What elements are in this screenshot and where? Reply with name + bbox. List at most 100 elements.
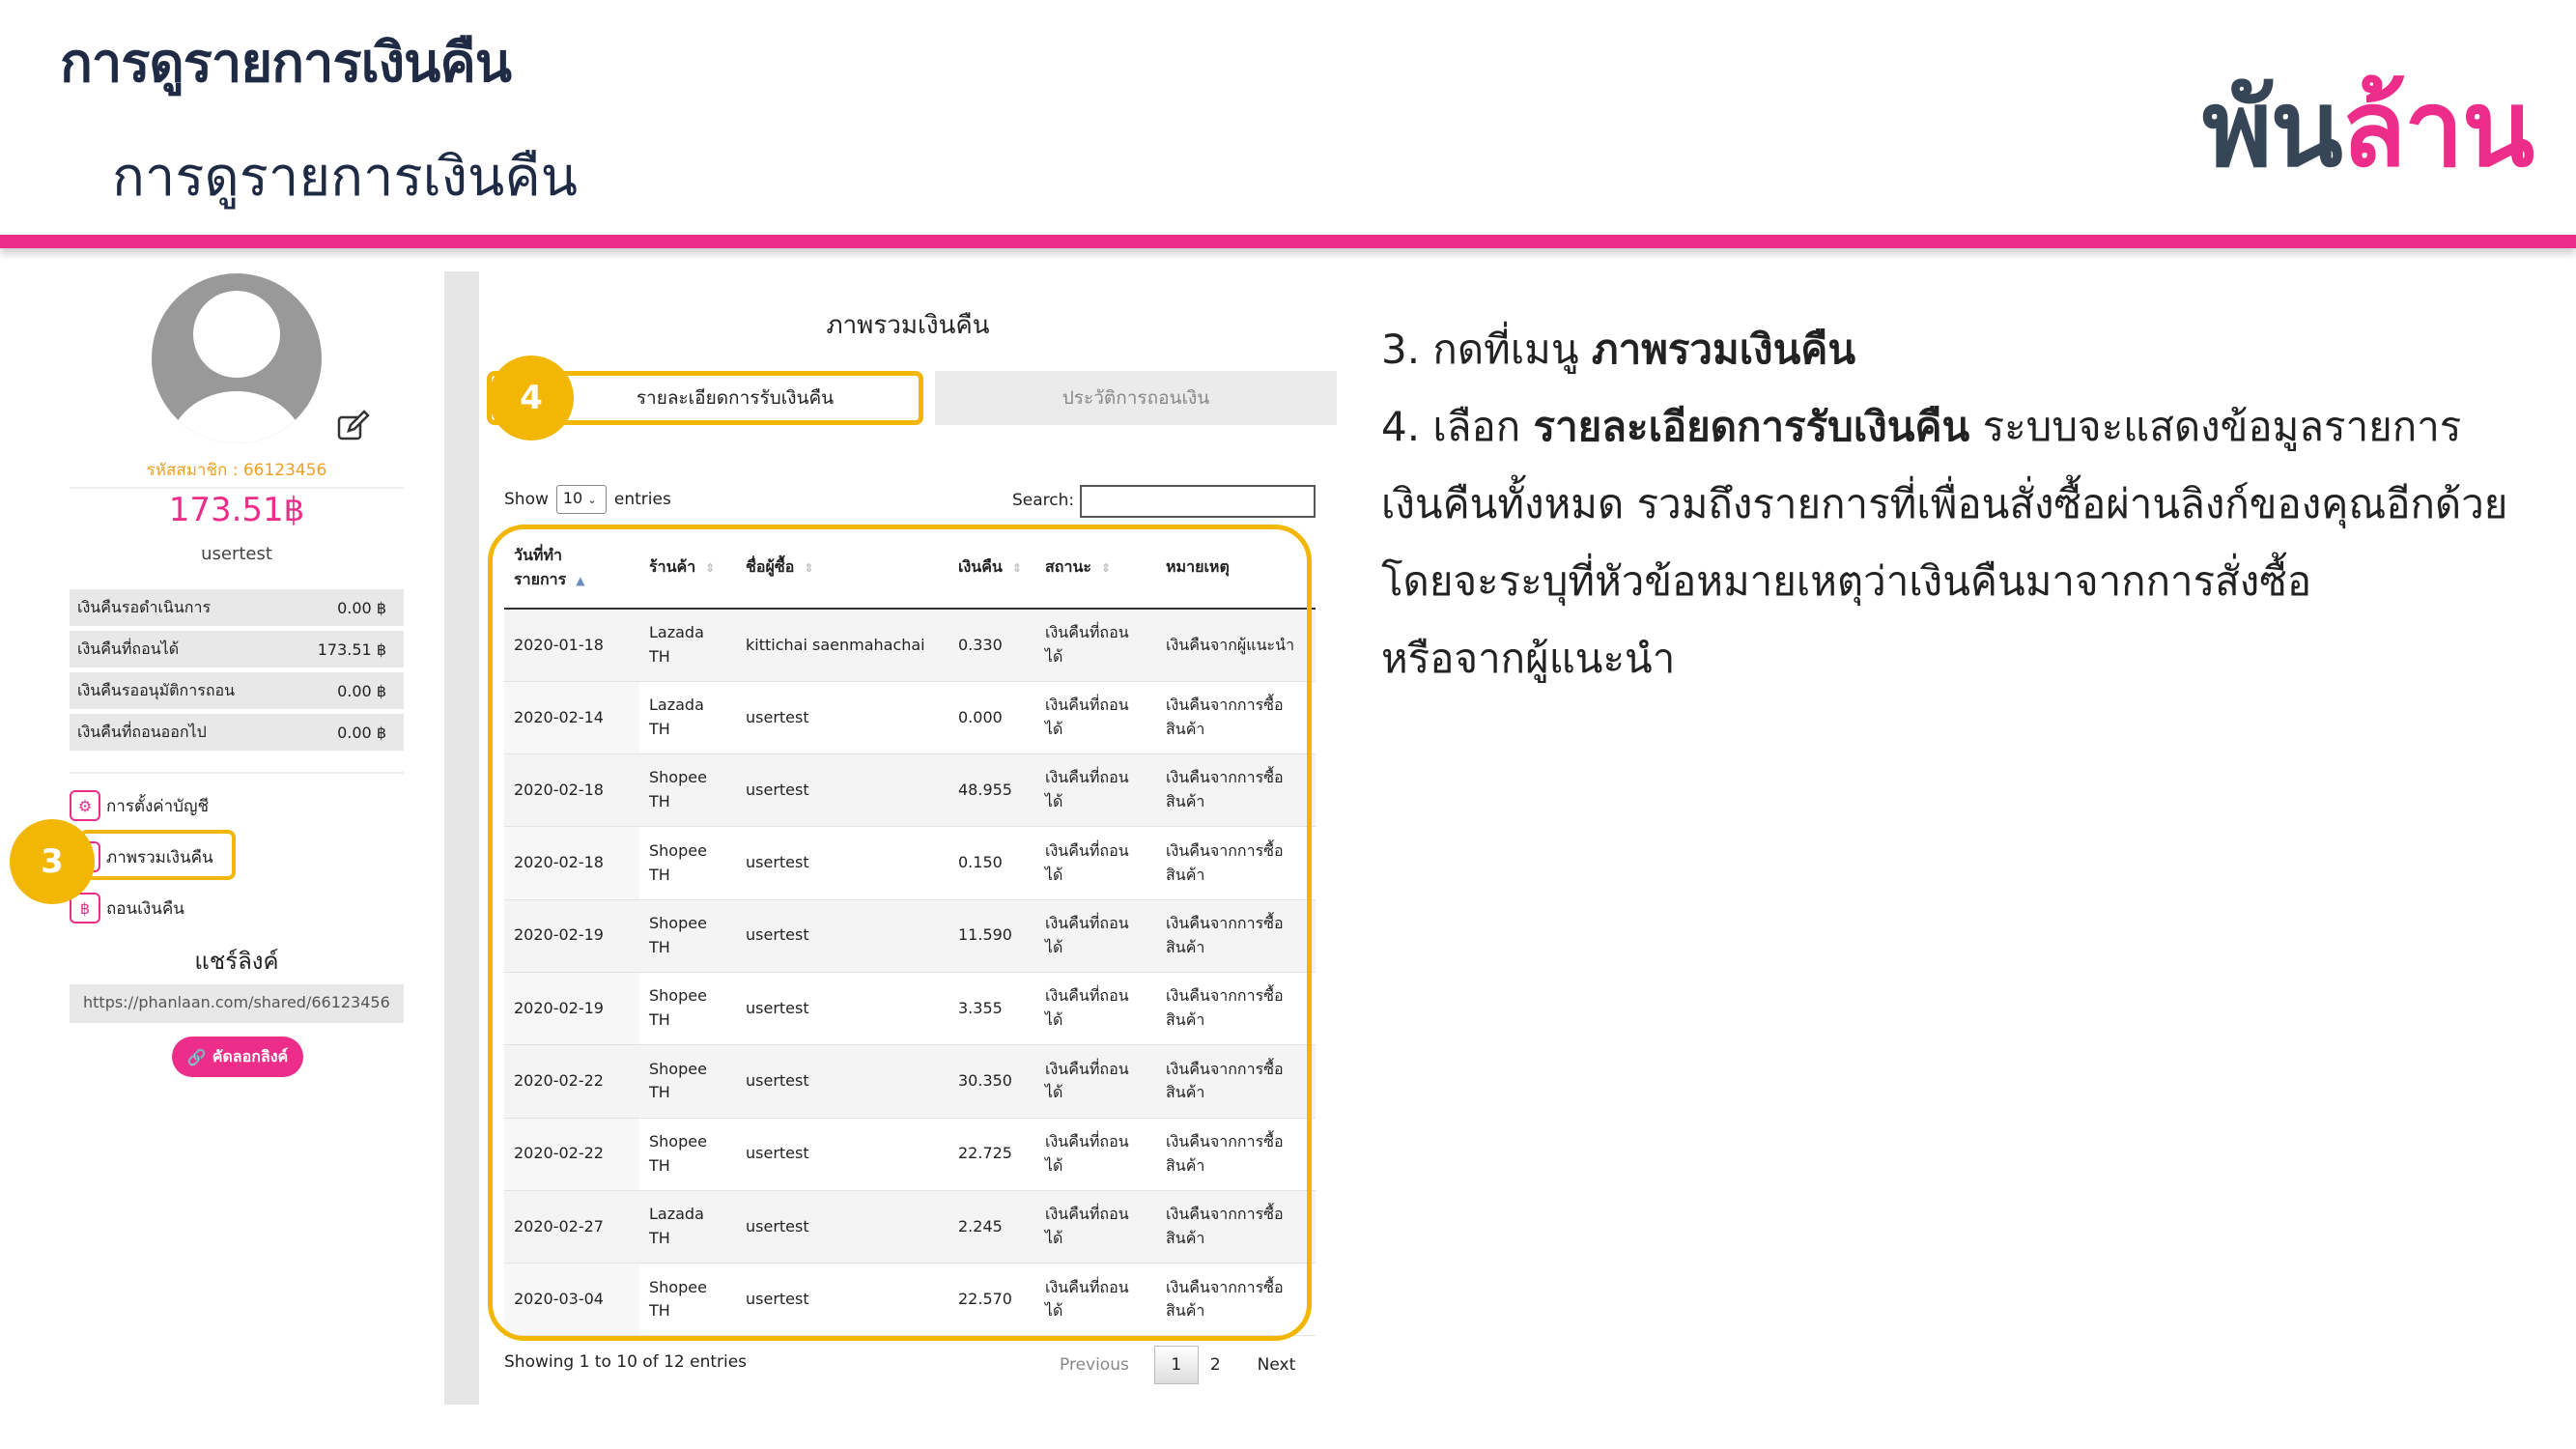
cell-status: เงินคืนที่ถอนได้ xyxy=(1035,753,1156,828)
cell-shop: Shopee TH xyxy=(639,899,736,973)
cell-note: เงินคืนจากการซื้อสินค้า xyxy=(1156,1263,1316,1337)
table-row: 2020-02-14 Lazada TH usertest 0.000 เงินคืนท… xyxy=(504,681,1316,755)
cell-buyer: usertest xyxy=(736,1044,948,1119)
balance-amount: 173.51฿ xyxy=(168,491,305,529)
menu-item-account-settings[interactable]: ⚙ การตั้งค่าบัญชี xyxy=(70,789,209,822)
copy-link-button[interactable]: 🔗 คัดลอกลิงค์ xyxy=(172,1037,303,1077)
sort-asc-icon: ▲ xyxy=(576,573,585,587)
cell-amount: 0.000 xyxy=(948,681,1035,755)
cell-amount: 0.150 xyxy=(948,826,1035,900)
divider xyxy=(70,772,404,774)
cell-shop: Lazada TH xyxy=(639,609,736,682)
cell-status: เงินคืนที่ถอนได้ xyxy=(1035,899,1156,973)
cell-status: เงินคืนที่ถอนได้ xyxy=(1035,1263,1156,1337)
sort-icon: ⇕ xyxy=(804,561,814,575)
column-header-buyer[interactable]: ชื่อผู้ซื้อ ⇕ xyxy=(736,527,948,610)
cell-amount: 48.955 xyxy=(948,753,1035,828)
show-label: Show xyxy=(504,490,549,509)
cell-buyer: usertest xyxy=(736,1118,948,1191)
instruction-line-4: โดยจะระบุที่หัวข้อหมายเหตุว่าเงินคืนมาจา… xyxy=(1381,557,2312,605)
pagination-page-1[interactable]: 1 xyxy=(1153,1346,1199,1384)
cell-date: 2020-02-22 xyxy=(504,1118,639,1191)
username: usertest xyxy=(201,544,272,564)
logo-part2: ล้าน xyxy=(2340,67,2534,190)
cashback-table: วันที่ทำรายการ ▲ ร้านค้า ⇕ ชื่อผู้ซื้อ ⇕ เง… xyxy=(504,527,1316,1337)
settings-icon: ⚙ xyxy=(70,790,100,821)
cell-note: เงินคืนจากการซื้อสินค้า xyxy=(1156,1190,1316,1264)
tab-withdraw-history[interactable]: ประวัติการถอนเงิน xyxy=(935,371,1337,425)
instruction-line-5: หรือจากผู้แนะนำ xyxy=(1381,635,1676,682)
cell-date: 2020-02-22 xyxy=(504,1044,639,1119)
stat-label: เงินคืนที่ถอนได้ xyxy=(77,639,180,658)
table-info: Showing 1 to 10 of 12 entries xyxy=(504,1352,748,1372)
search-label: Search: xyxy=(1012,491,1075,510)
cell-shop: Shopee TH xyxy=(639,1044,736,1119)
step-4-badge: 4 xyxy=(489,355,574,440)
cell-amount: 0.330 xyxy=(948,609,1035,682)
column-header-amount[interactable]: เงินคืน ⇕ xyxy=(948,527,1035,610)
cell-buyer: kittichai saenmahachai xyxy=(736,609,948,682)
cell-note: เงินคืนจากการซื้อสินค้า xyxy=(1156,681,1316,755)
cell-status: เงินคืนที่ถอนได้ xyxy=(1035,1118,1156,1191)
stat-label: เงินคืนรออนุมัติการถอน xyxy=(77,680,236,699)
step-3-badge: 3 xyxy=(10,819,95,904)
cell-amount: 30.350 xyxy=(948,1044,1035,1119)
cell-date: 2020-01-18 xyxy=(504,609,639,682)
slide-title: การดูรายการเงินคืน xyxy=(60,32,512,95)
stat-row-withdrawn: เงินคืนที่ถอนออกไป 0.00 ฿ xyxy=(70,714,404,751)
cell-date: 2020-02-19 xyxy=(504,899,639,973)
menu-item-label: ถอนเงินคืน xyxy=(106,898,184,919)
cell-note: เงินคืนจากการซื้อสินค้า xyxy=(1156,899,1316,973)
column-header-status[interactable]: สถานะ ⇕ xyxy=(1035,527,1156,610)
cell-amount: 22.570 xyxy=(948,1263,1035,1337)
table-row: 2020-02-19 Shopee TH usertest 11.590 เงินคืน… xyxy=(504,899,1316,973)
table-row: 2020-02-18 Shopee TH usertest 48.955 เงินคืน… xyxy=(504,753,1316,828)
cashback-stats-table: เงินคืนรอดำเนินการ 0.00 ฿ เงินคืนที่ถอนได… xyxy=(70,589,404,755)
cell-shop: Shopee TH xyxy=(639,972,736,1046)
cell-status: เงินคืนที่ถอนได้ xyxy=(1035,1044,1156,1119)
cell-note: เงินคืนจากการซื้อสินค้า xyxy=(1156,753,1316,828)
column-header-date[interactable]: วันที่ทำรายการ ▲ xyxy=(504,527,639,610)
cell-note: เงินคืนจากการซื้อสินค้า xyxy=(1156,1118,1316,1191)
page-length-control: Show 10 ⌄ entries xyxy=(504,485,671,514)
pagination: Previous 1 2 Next xyxy=(1048,1346,1307,1384)
cell-status: เงินคืนที่ถอนได้ xyxy=(1035,609,1156,682)
stat-value: 173.51 ฿ xyxy=(317,639,386,659)
table-row: 2020-01-18 Lazada TH kittichai saenmahacha… xyxy=(504,609,1316,682)
cell-shop: Lazada TH xyxy=(639,681,736,755)
cell-date: 2020-02-27 xyxy=(504,1190,639,1264)
column-header-note[interactable]: หมายเหตุ xyxy=(1156,527,1316,610)
pagination-page-2[interactable]: 2 xyxy=(1199,1350,1232,1380)
stat-value: 0.00 ฿ xyxy=(337,598,386,617)
edit-profile-icon[interactable] xyxy=(337,410,370,442)
logo-part1: พัน xyxy=(2202,67,2343,190)
pagination-previous[interactable]: Previous xyxy=(1048,1350,1141,1380)
table-header-row: วันที่ทำรายการ ▲ ร้านค้า ⇕ ชื่อผู้ซื้อ ⇕ เง… xyxy=(504,527,1316,610)
sort-icon: ⇕ xyxy=(1100,561,1112,575)
entries-select[interactable]: 10 ⌄ xyxy=(555,485,607,514)
chevron-down-icon: ⌄ xyxy=(587,494,597,506)
cell-status: เงินคืนที่ถอนได้ xyxy=(1035,1190,1156,1264)
avatar-icon xyxy=(152,273,322,443)
table-row: 2020-02-18 Shopee TH usertest 0.150 เงินคืนท… xyxy=(504,826,1316,900)
cell-buyer: usertest xyxy=(736,1190,948,1264)
menu-highlight-frame xyxy=(79,830,236,880)
column-header-shop[interactable]: ร้านค้า ⇕ xyxy=(639,527,736,610)
share-link-field[interactable]: https://phanlaan.com/shared/66123456 xyxy=(70,984,404,1023)
cell-note: เงินคืนจากการซื้อสินค้า xyxy=(1156,972,1316,1046)
table-row: 2020-02-19 Shopee TH usertest 3.355 เงินคืนท… xyxy=(504,972,1316,1046)
cell-buyer: usertest xyxy=(736,899,948,973)
cell-note: เงินคืนจากการซื้อสินค้า xyxy=(1156,826,1316,900)
instructions: 3. กดที่เมนู ภาพรวมเงินคืน 4. เลือก รายล… xyxy=(1381,311,2540,697)
instruction-line-1: 3. กดที่เมนู ภาพรวมเงินคืน xyxy=(1381,326,1856,373)
table-row: 2020-03-04 Shopee TH usertest 22.570 เงินคืน… xyxy=(504,1263,1316,1337)
menu-item-withdraw[interactable]: ฿ ถอนเงินคืน xyxy=(70,892,184,924)
table-row: 2020-02-22 Shopee TH usertest 22.725 เงินคืน… xyxy=(504,1118,1316,1191)
entries-value: 10 xyxy=(562,489,583,507)
pagination-next[interactable]: Next xyxy=(1246,1350,1308,1380)
search-input[interactable] xyxy=(1080,485,1316,518)
panel-divider-strip xyxy=(444,271,479,1405)
cell-buyer: usertest xyxy=(736,826,948,900)
cell-date: 2020-03-04 xyxy=(504,1263,639,1337)
stat-label: เงินคืนรอดำเนินการ xyxy=(77,597,212,616)
